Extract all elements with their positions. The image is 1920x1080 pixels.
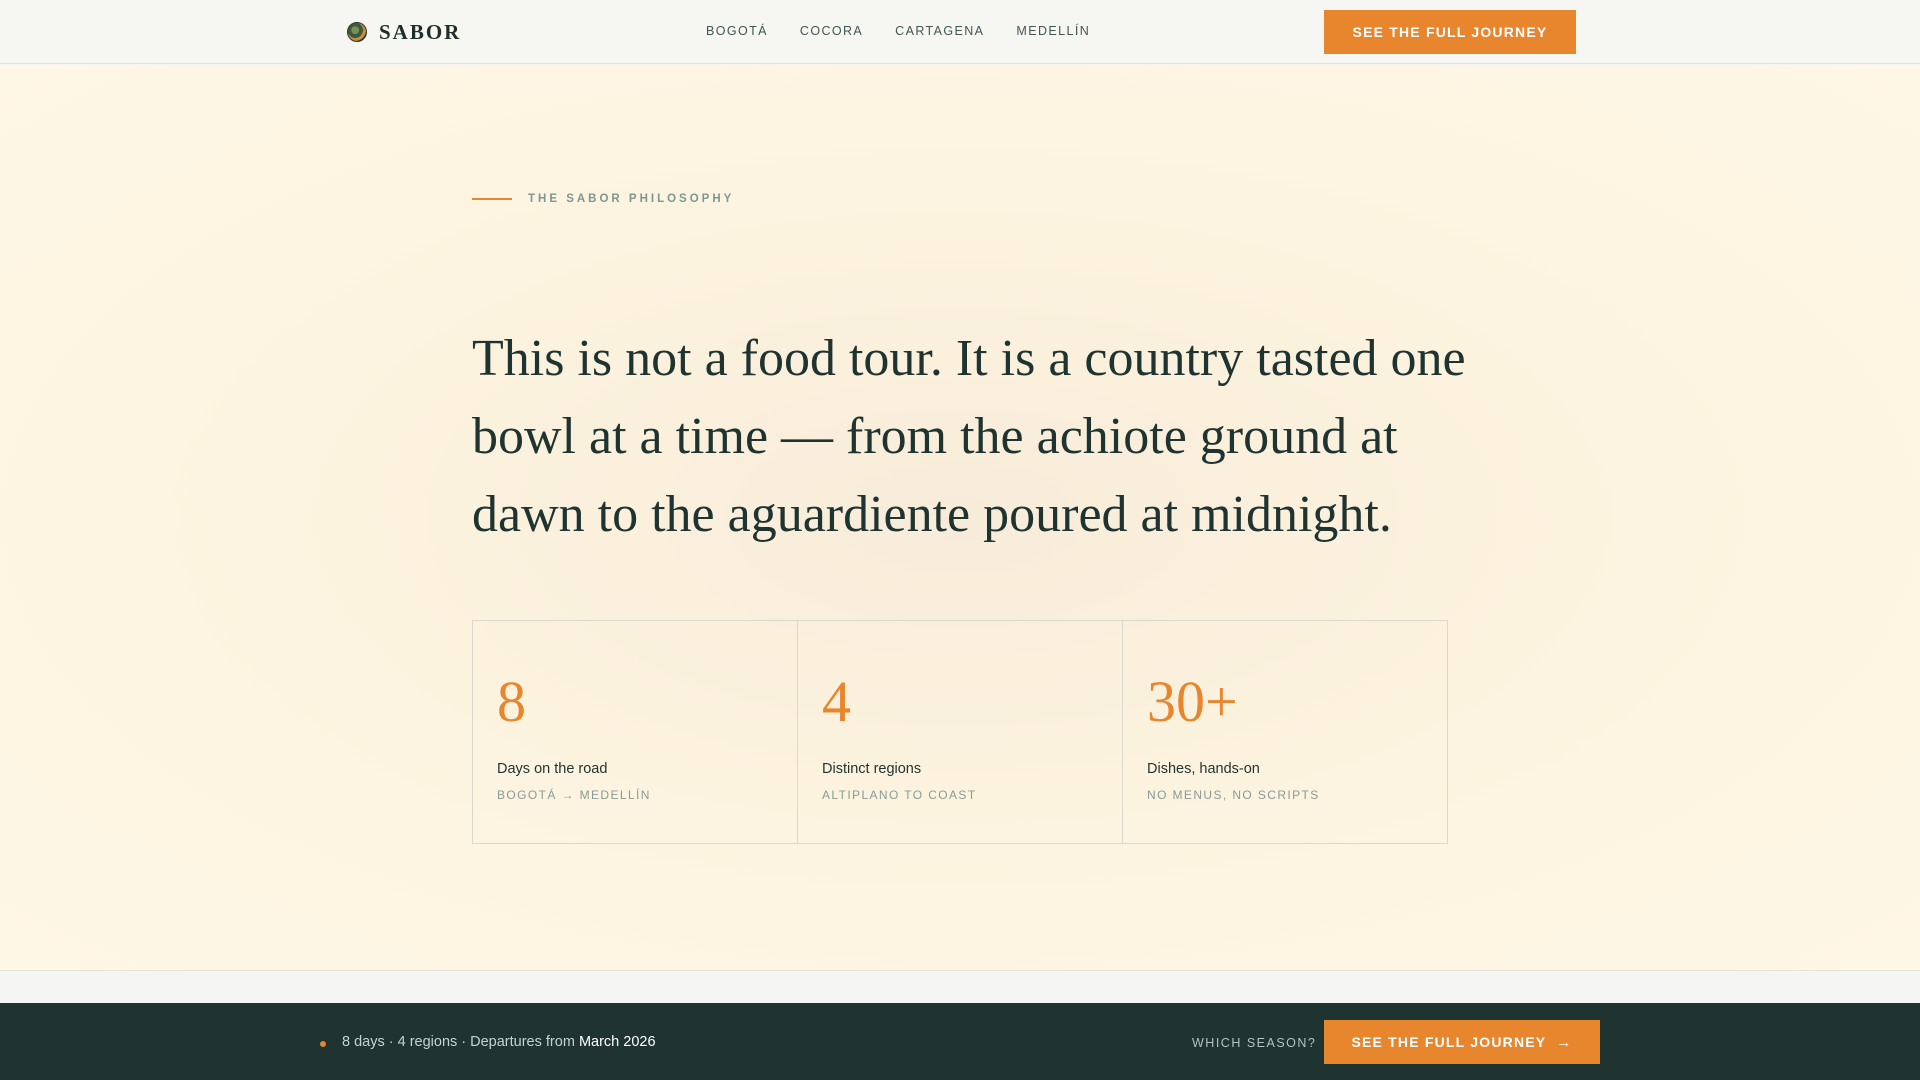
nav-link-cartagena[interactable]: CARTAGENA bbox=[895, 24, 984, 38]
globe-icon bbox=[347, 22, 367, 42]
brand-name: SABOR bbox=[379, 19, 462, 44]
stat-card-regions: 4 Distinct regions ALTIPLANO TO COAST bbox=[798, 621, 1123, 843]
stat-sublabel: NO MENUS, NO SCRIPTS bbox=[1147, 788, 1320, 802]
stat-sublabel: ALTIPLANO TO COAST bbox=[822, 788, 977, 802]
stat-label: Days on the road bbox=[497, 761, 608, 777]
trip-summary: 8 days · 4 regions · Departures from Mar… bbox=[342, 1034, 656, 1050]
nav-link-bogota[interactable]: BOGOTÁ bbox=[706, 24, 768, 38]
stat-value: 30+ bbox=[1147, 669, 1238, 734]
stat-label: Dishes, hands-on bbox=[1147, 761, 1260, 777]
stat-card-dishes: 30+ Dishes, hands-on NO MENUS, NO SCRIPT… bbox=[1123, 621, 1447, 843]
see-full-journey-button[interactable]: SEE THE FULL JOURNEY bbox=[1324, 10, 1576, 54]
departure-date: March 2026 bbox=[578, 1034, 656, 1050]
top-nav: SABOR BOGOTÁ COCORA CARTAGENA MEDELLÍN S… bbox=[0, 0, 1920, 64]
sticky-booking-bar: 8 days · 4 regions · Departures from Mar… bbox=[0, 1003, 1920, 1080]
cta-label: SEE THE FULL JOURNEY bbox=[1351, 1034, 1547, 1050]
nav-link-cocora[interactable]: COCORA bbox=[800, 24, 863, 38]
arrow-right-icon: → bbox=[1556, 1033, 1573, 1051]
eyebrow-divider bbox=[472, 198, 512, 200]
main-nav: BOGOTÁ COCORA CARTAGENA MEDELLÍN bbox=[706, 24, 1090, 38]
stats-grid: 8 Days on the road BOGOTÁ → MEDELLÍN 4 D… bbox=[472, 620, 1448, 844]
philosophy-section: THE SABOR PHILOSOPHY This is not a food … bbox=[0, 65, 1920, 971]
status-dot-icon bbox=[320, 1041, 326, 1047]
stat-card-days: 8 Days on the road BOGOTÁ → MEDELLÍN bbox=[473, 621, 798, 843]
stat-label: Distinct regions bbox=[822, 761, 922, 777]
nav-link-medellin[interactable]: MEDELLÍN bbox=[1016, 24, 1090, 38]
stat-value: 8 bbox=[497, 669, 526, 734]
section-eyebrow: THE SABOR PHILOSOPHY bbox=[472, 193, 734, 205]
which-season-link[interactable]: WHICH SEASON? bbox=[1192, 1036, 1316, 1050]
stat-sublabel: BOGOTÁ → MEDELLÍN bbox=[497, 788, 651, 802]
brand[interactable]: SABOR bbox=[347, 20, 461, 44]
see-full-journey-button-bottom[interactable]: SEE THE FULL JOURNEY → bbox=[1324, 1020, 1600, 1064]
eyebrow-label: THE SABOR PHILOSOPHY bbox=[528, 193, 735, 205]
stat-value: 4 bbox=[822, 669, 851, 734]
trip-summary-text: 8 days · 4 regions · Departures from bbox=[342, 1034, 579, 1050]
philosophy-headline: This is not a food tour. It is a country… bbox=[472, 330, 1466, 543]
